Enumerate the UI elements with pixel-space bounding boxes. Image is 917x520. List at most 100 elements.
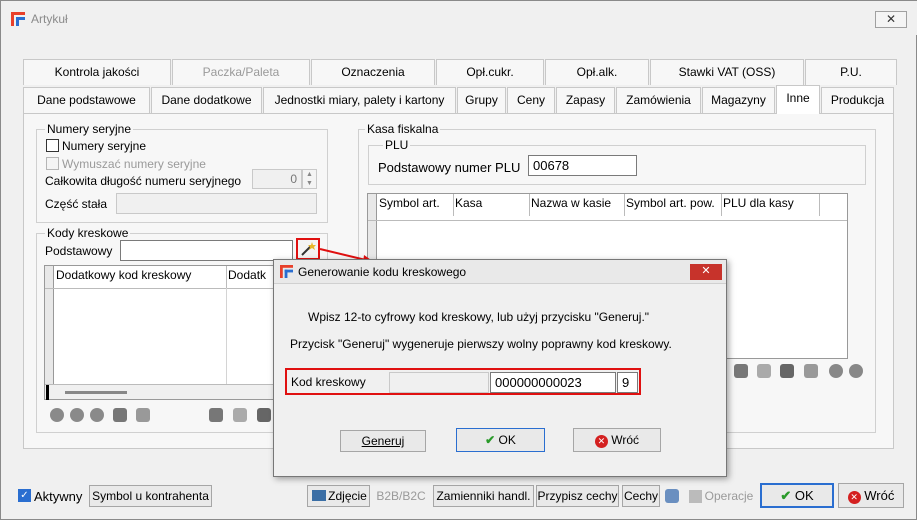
scroll-start [46,385,49,400]
barcode-prefix-input [389,372,489,393]
magic-wand-icon [301,242,316,256]
col-kasa: Kasa [454,194,530,216]
dialog-title: Generowanie kodu kreskowego [298,265,467,279]
col-symbol-art: Symbol art. [378,194,454,216]
barcode-label: Kod kreskowy [291,375,366,389]
total-length-spinner: 0 [252,169,302,189]
dialog-ok-check-icon: ✔ [485,433,496,447]
fiscal-prev-icon[interactable] [829,364,843,378]
window-title: Artykuł [31,12,68,26]
fiscal-next-icon[interactable] [849,364,863,378]
barcode-input[interactable]: 000000000023 [490,372,616,393]
plu-input[interactable]: 00678 [528,155,637,176]
dialog-back-button[interactable]: ✕ Wróć [573,428,661,452]
tab-oznaczenia[interactable]: Oznaczenia [311,59,435,85]
generate-barcode-button[interactable] [296,238,320,260]
tab-opl-cukr[interactable]: Opł.cukr. [436,59,544,85]
add-icon[interactable] [50,408,64,422]
grid-row-indicator [45,266,54,386]
tab-paczka-paleta: Paczka/Paleta [172,59,310,85]
fiscal-export-icon[interactable] [734,364,748,378]
photo-icon [312,490,326,501]
grid-col-line [226,288,227,386]
assign-features-button[interactable]: Przypisz cechy [536,485,619,507]
tab-dane-dodatkowe[interactable]: Dane dodatkowe [151,87,262,113]
total-length-label: Całkowita długość numeru seryjnego [45,174,242,188]
b2b-b2c-button: B2B/B2C [373,485,429,507]
serial-numbers-group-label: Numery seryjne [45,122,134,136]
plu-label: Podstawowy numer PLU [378,160,521,175]
col-symbol-art-pow: Symbol art. pow. [625,194,722,216]
active-checkbox[interactable]: ✓ [18,489,31,502]
tab-kontrola-jakosci[interactable]: Kontrola jakości [23,59,171,85]
delete-icon[interactable] [90,408,104,422]
dialog-instruction-1: Wpisz 12-to cyfrowy kod kreskowy, lub uż… [308,310,650,324]
primary-barcode-input[interactable] [120,240,293,261]
dialog-app-icon [280,265,293,278]
fiscal-save-icon[interactable] [780,364,794,378]
fiscal-register-group-label: Kasa fiskalna [365,122,441,136]
tab-opl-alk[interactable]: Opł.alk. [545,59,649,85]
print-icon[interactable] [233,408,247,422]
tab-grupy[interactable]: Grupy [457,87,506,113]
force-serial-checkbox [46,157,59,170]
tab-produkcja[interactable]: Produkcja [821,87,894,113]
fixed-part-input [116,193,317,214]
ok-button[interactable]: ✔ OK [760,483,834,508]
dialog-ok-button[interactable]: ✔ OK [456,428,545,452]
active-label: Aktywny [34,489,83,504]
grid-header-line [45,288,283,289]
ok-check-icon: ✔ [780,488,792,503]
tab-inne[interactable]: Inne [776,85,820,114]
export-icon[interactable] [209,408,223,422]
barcodes-group-label: Kody kreskowe [45,226,131,240]
additional-barcodes-grid[interactable]: Dodatkowy kod kreskowy Dodatk [44,265,284,400]
link-icon[interactable] [136,408,150,422]
dialog-cancel-icon: ✕ [594,435,608,448]
generate-button[interactable]: Generuj [340,430,426,452]
tab-stawki-vat-oss[interactable]: Stawki VAT (OSS) [650,59,804,85]
col-additional-barcode: Dodatkowy kod kreskowy [55,266,227,288]
barcode-icon[interactable] [113,408,127,422]
tab-dane-podstawowe[interactable]: Dane podstawowe [23,87,150,113]
window-titlebar: Artykuł ✕ [1,1,917,35]
dialog-instruction-2: Przycisk "Generuj" wygeneruje pierwszy w… [290,337,672,351]
serial-numbers-checkbox[interactable] [46,139,59,152]
check-digit-field: 9 [617,372,638,393]
force-serial-label: Wymuszać numery seryjne [62,157,206,171]
back-button[interactable]: ✕ Wróć [838,483,904,508]
tab-pu[interactable]: P.U. [805,59,897,85]
save-icon[interactable] [257,408,271,422]
fixed-part-label: Część stała [45,197,108,211]
plu-group-label: PLU [383,138,411,152]
app-logo-icon [11,12,25,26]
scroll-thumb[interactable] [65,391,127,394]
dialog-titlebar: Generowanie kodu kreskowego ✕ [274,260,726,284]
grid-hscrollbar[interactable] [45,384,283,400]
features-button[interactable]: Cechy [622,485,660,507]
fiscal-header-line [368,220,847,221]
generate-barcode-dialog: Generowanie kodu kreskowego ✕ Wpisz 12-t… [273,259,727,477]
fiscal-copy-icon[interactable] [804,364,818,378]
chain-icon[interactable] [665,489,679,503]
primary-barcode-label: Podstawowy [45,244,113,258]
photo-button[interactable]: Zdjęcie [307,485,370,507]
search-icon[interactable] [70,408,84,422]
tab-ceny[interactable]: Ceny [507,87,555,113]
operations-icon [689,490,702,503]
cancel-icon: ✕ [847,491,861,504]
dialog-close-button[interactable]: ✕ [690,264,722,280]
col-nazwa-w-kasie: Nazwa w kasie [530,194,625,216]
operations-button: Operacje [685,485,757,507]
symbol-contractor-button[interactable]: Symbol u kontrahenta [89,485,212,507]
tab-zamowienia[interactable]: Zamówienia [616,87,701,113]
serial-numbers-label: Numery seryjne [62,139,147,153]
tab-zapasy[interactable]: Zapasy [556,87,615,113]
tab-jednostki-miary[interactable]: Jednostki miary, palety i kartony [263,87,456,113]
window-close-button[interactable]: ✕ [875,11,907,28]
spinner-arrows-icon: ▲ ▼ [302,169,317,189]
col-plu-dla-kasy: PLU dla kasy [722,194,820,216]
tab-magazyny[interactable]: Magazyny [702,87,775,113]
fiscal-print-icon[interactable] [757,364,771,378]
substitutes-button[interactable]: Zamienniki handl. [433,485,534,507]
